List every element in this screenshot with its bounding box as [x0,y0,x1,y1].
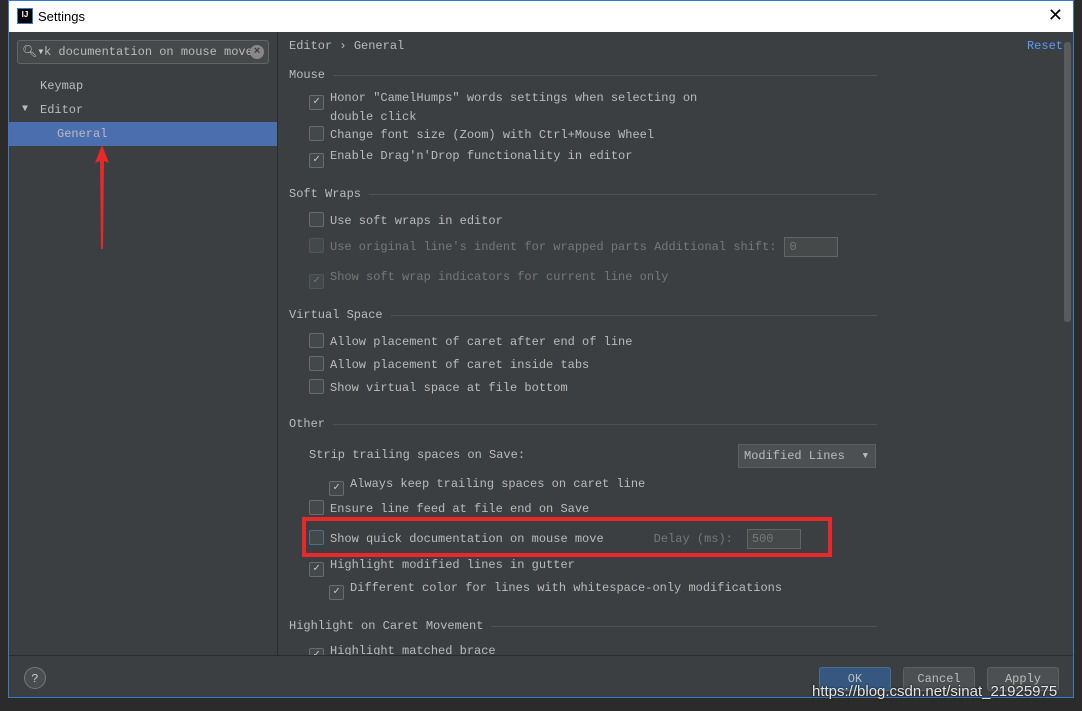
checkbox[interactable] [309,356,324,371]
window-title: Settings [38,9,85,24]
checkbox-keep-trailing-caret[interactable]: ✓ Always keep trailing spaces on caret li… [329,477,645,496]
checkbox-label: Ensure line feed at file end on Save [330,502,590,516]
red-arrow-annotation [95,145,109,249]
section-other: Other [289,417,877,431]
checkbox-label: Use soft wraps in editor [330,214,503,228]
checkbox-line-feed-eof[interactable]: Ensure line feed at file end on Save [309,500,589,516]
checkbox[interactable]: ✓ [329,585,344,600]
checkbox-zoom-font[interactable]: Change font size (Zoom) with Ctrl+Mouse … [309,126,654,142]
checkbox[interactable] [309,212,324,227]
checkbox-original-indent[interactable]: Use original line's indent for wrapped p… [309,237,839,257]
additional-shift-label: Additional shift: [654,240,777,255]
settings-tree: Keymap ▼ Editor General [9,74,277,146]
section-mouse: Mouse [289,68,877,82]
checkbox-label: Use original line's indent for wrapped p… [330,240,647,255]
checkbox-label: Allow placement of caret after end of li… [330,335,633,349]
section-virtual-space: Virtual Space [289,308,877,322]
checkbox-drag-drop[interactable]: ✓ Enable Drag'n'Drop functionality in edi… [309,149,632,168]
tree-item-label: Keymap [40,79,84,93]
reset-link[interactable]: Reset [1027,39,1063,53]
checkbox-camelhumps[interactable]: ✓ Honor "CamelHumps" words settings when … [309,91,697,124]
settings-sidebar: 🔍︎▾ k documentation on mouse move × Keym… [9,32,278,656]
checkbox-label: Show soft wrap indicators for current li… [330,270,669,284]
clear-search-icon[interactable]: × [250,45,264,59]
checkbox-label: Allow placement of caret inside tabs [330,358,590,372]
watermark: https://blog.csdn.net/sinat_21925975 [812,683,1058,700]
help-button[interactable]: ? [24,667,46,689]
checkbox[interactable]: ✓ [309,153,324,168]
strip-trailing-select[interactable]: Modified Lines ▼ [738,444,876,468]
additional-shift-input[interactable]: 0 [784,237,839,257]
title-bar: IJ Settings ✕ [9,1,1073,32]
section-caret-movement: Highlight on Caret Movement [289,619,877,633]
checkbox-caret-after-eol[interactable]: Allow placement of caret after end of li… [309,333,632,349]
tree-item-general[interactable]: General [9,122,277,146]
tree-item-keymap[interactable]: Keymap [9,74,277,98]
checkbox[interactable] [309,126,324,141]
select-value: Modified Lines [744,449,845,463]
checkbox[interactable] [309,333,324,348]
tree-item-editor[interactable]: ▼ Editor [9,98,277,122]
section-title: Virtual Space [289,308,391,322]
tree-item-label: Editor [40,103,84,117]
checkbox-label: double click [330,110,417,124]
checkbox[interactable] [309,238,324,254]
checkbox-label: Highlight modified lines in gutter [330,558,575,572]
checkbox-virtual-space-bottom[interactable]: Show virtual space at file bottom [309,379,568,395]
checkbox-label: Enable Drag'n'Drop functionality in edit… [330,149,633,163]
checkbox-whitespace-color[interactable]: ✓ Different color for lines with whitespa… [329,581,782,600]
checkbox-caret-inside-tabs[interactable]: Allow placement of caret inside tabs [309,356,589,372]
checkbox-label: Honor "CamelHumps" words settings when s… [330,91,698,105]
settings-dialog: IJ Settings ✕ 🔍︎▾ k documentation on mou… [8,0,1074,698]
breadcrumb-current: General [353,39,405,53]
expand-triangle-icon[interactable]: ▼ [22,98,28,122]
tree-item-label: General [57,127,108,141]
checkbox-label: Change font size (Zoom) with Ctrl+Mouse … [330,128,655,142]
checkbox-label: Always keep trailing spaces on caret lin… [350,477,646,491]
section-soft-wraps: Soft Wraps [289,187,877,201]
search-icon: 🔍︎▾ [22,45,45,59]
section-title: Other [289,417,334,431]
checkbox[interactable]: ✓ [309,95,324,110]
checkbox[interactable] [309,500,324,515]
chevron-down-icon: ▼ [862,451,868,461]
close-icon[interactable]: ✕ [1048,5,1063,26]
settings-content: Editor › General Reset Mouse ✓ Honor "Cam… [278,32,1073,656]
checkbox[interactable]: ✓ [309,562,324,577]
section-title: Soft Wraps [289,187,370,201]
intellij-logo: IJ [17,8,33,24]
scrollbar[interactable] [1064,42,1071,322]
checkbox[interactable] [309,379,324,394]
strip-trailing-label: Strip trailing spaces on Save: [309,448,526,462]
checkbox-label: Different color for lines with whitespac… [350,581,783,595]
checkbox-soft-wrap-indicators[interactable]: ✓ Show soft wrap indicators for current l… [309,270,668,289]
breadcrumb: Editor › General [289,39,404,53]
checkbox-label: Show virtual space at file bottom [330,381,568,395]
section-title: Highlight on Caret Movement [289,619,492,633]
checkbox-highlight-modified[interactable]: ✓ Highlight modified lines in gutter [309,558,575,577]
search-value: k documentation on mouse move [44,45,253,59]
checkbox[interactable]: ✓ [329,481,344,496]
breadcrumb-separator: › [339,39,347,53]
section-title: Mouse [289,68,334,82]
breadcrumb-parent: Editor [289,39,333,53]
settings-search-input[interactable]: 🔍︎▾ k documentation on mouse move × [17,40,269,64]
highlight-box-annotation [302,517,832,557]
checkbox[interactable]: ✓ [309,274,324,289]
checkbox-soft-wraps[interactable]: Use soft wraps in editor [309,212,503,228]
